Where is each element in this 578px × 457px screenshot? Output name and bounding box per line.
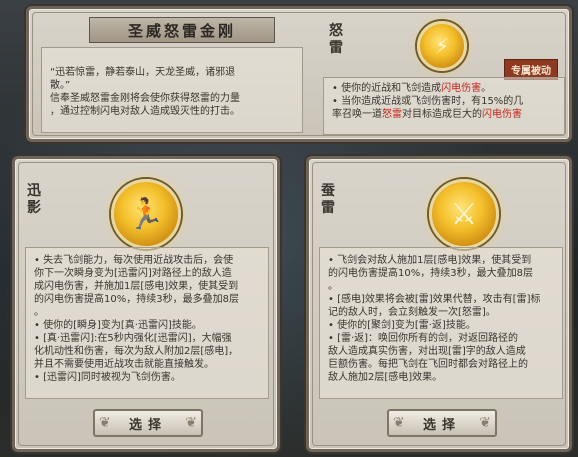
desc-line: 你下一次瞬身变为[迅雷闪]对路径上的敌人造	[34, 268, 232, 279]
talent-title: 圣威怒雷金刚	[89, 17, 275, 43]
option-card-canlei[interactable]: 蚕雷 ⚔ • 飞剑会对敌人施加1层[感电]效果，使其受到 的闪电伤害提高10%，…	[306, 156, 572, 452]
effect-text: 当你造成近战或飞剑伤害时，有15%的几	[341, 96, 524, 107]
effect-text: 对目标造成巨大的	[402, 109, 482, 120]
desc-line: • [雷·返]：唤回你所有的剑，对返回路径的	[328, 333, 519, 344]
lightning-sword-icon: ⚔	[429, 179, 499, 249]
desc-line: 敌人施加2层[感电]效果。	[328, 372, 443, 383]
ornament-right-icon: ❦	[479, 415, 491, 431]
talent-info-panel: 圣威怒雷金刚 “迅若惊雷，静若泰山，天龙圣威，诸邪退 散。” 信奉圣威怒雷金刚将…	[26, 6, 572, 142]
select-button-left[interactable]: ❦ 选择 ❦	[93, 409, 203, 437]
desc-line: • 使你的[瞬身]变为[真·迅雷闪]技能。	[34, 320, 202, 331]
quote-line: 信奉圣威怒雷金刚将会使你获得怒雷的力量	[50, 93, 240, 104]
ornament-right-icon: ❦	[185, 415, 197, 431]
desc-line: • 使你的[聚剑]变为[雷·返]技能。	[328, 320, 476, 331]
passive-effects: • 使你的近战和飞剑造成闪电伤害。 • 当你造成近战或飞剑伤害时，有15%的几 …	[323, 77, 565, 135]
talent-quote: “迅若惊雷，静若泰山，天龙圣威，诸邪退 散。” 信奉圣威怒雷金刚将会使你获得怒雷…	[41, 47, 303, 133]
ornament-left-icon: ❦	[393, 415, 405, 431]
effect-line: • 使你的近战和飞剑造成闪电伤害。	[332, 82, 556, 95]
effect-text: 。	[481, 83, 492, 94]
effect-line: • 当你造成近战或飞剑伤害时，有15%的几	[332, 95, 556, 108]
quote-line: “迅若惊雷，静若泰山，天龙圣威，诸邪退	[50, 67, 236, 78]
bullet-mark: •	[332, 83, 342, 94]
vertical-label-text: 蚕雷	[321, 183, 335, 216]
option-vertical-label: 蚕雷	[319, 183, 337, 217]
quote-line: 散。”	[50, 80, 71, 91]
desc-line: 记的敌人时，会立刻触发一次[怒雷]。	[328, 307, 496, 318]
option-description: • 失去飞剑能力，每次使用近战攻击后，会使 你下一次瞬身变为[迅雷闪]对路径上的…	[25, 247, 269, 399]
quote-line: ，通过控制闪电对敌人造成毁灭性的打击。	[50, 106, 240, 117]
thunder-fist-emblem-icon: ⚡	[417, 21, 467, 71]
desc-line: 。	[34, 307, 44, 318]
effect-highlight: 闪电伤害	[441, 83, 482, 94]
desc-line: 敌人造成真实伤害，对出现[雷]字的敌人造成	[328, 346, 526, 357]
select-button-label: 选择	[422, 417, 461, 433]
ornament-left-icon: ❦	[99, 415, 111, 431]
desc-line: 巨额伤害。每把飞剑在飞回时都会对路径上的	[328, 359, 528, 370]
desc-line: • 飞剑会对敌人施加1层[感电]效果，使其受到	[328, 255, 532, 266]
select-button-right[interactable]: ❦ 选择 ❦	[387, 409, 497, 437]
desc-line: 成闪电伤害，并施加1层[感电]效果，使其受到	[34, 281, 239, 292]
vertical-label-text: 怒雷	[329, 23, 343, 56]
desc-line: 。	[328, 281, 338, 292]
select-button-label: 选择	[128, 417, 167, 433]
vertical-label-text: 迅影	[27, 183, 41, 216]
desc-line: • 失去飞剑能力，每次使用近战攻击后，会使	[34, 255, 234, 266]
effect-text: 率召唤一道	[332, 109, 382, 120]
effect-highlight: 怒雷	[382, 109, 402, 120]
passive-vertical-label: 怒雷	[327, 23, 345, 57]
bullet-mark: •	[332, 96, 342, 107]
option-card-xunying[interactable]: 迅影 🏃 • 失去飞剑能力，每次使用近战攻击后，会使 你下一次瞬身变为[迅雷闪]…	[12, 156, 280, 452]
effect-highlight: 闪电伤害	[482, 109, 522, 120]
desc-line: 化机动性和伤害，每次为敌人附加2层[感电]，	[34, 346, 239, 357]
desc-line: 的闪电伤害提高10%，持续3秒，最大叠加8层	[328, 268, 533, 279]
desc-line: 的闪电伤害提高10%，持续3秒，最多叠加8层	[34, 294, 239, 305]
option-vertical-label: 迅影	[25, 183, 43, 217]
effect-line: 率召唤一道怒雷对目标造成巨大的闪电伤害	[332, 108, 556, 121]
effect-text: 使你的近战和飞剑造成	[341, 83, 442, 94]
desc-line: 并且不需要使用近战攻击就能直接触发。	[34, 359, 214, 370]
desc-line: • [迅雷闪]同时被视为飞剑伤害。	[34, 372, 181, 383]
runner-silhouette-icon: 🏃	[111, 179, 181, 249]
desc-line: • [真·迅雷闪]:在5秒内强化[迅雷闪]，大幅强	[34, 333, 232, 344]
option-description: • 飞剑会对敌人施加1层[感电]效果，使其受到 的闪电伤害提高10%，持续3秒，…	[319, 247, 563, 399]
desc-line: • [感电]效果将会被[雷]效果代替，攻击有[雷]标	[328, 294, 541, 305]
